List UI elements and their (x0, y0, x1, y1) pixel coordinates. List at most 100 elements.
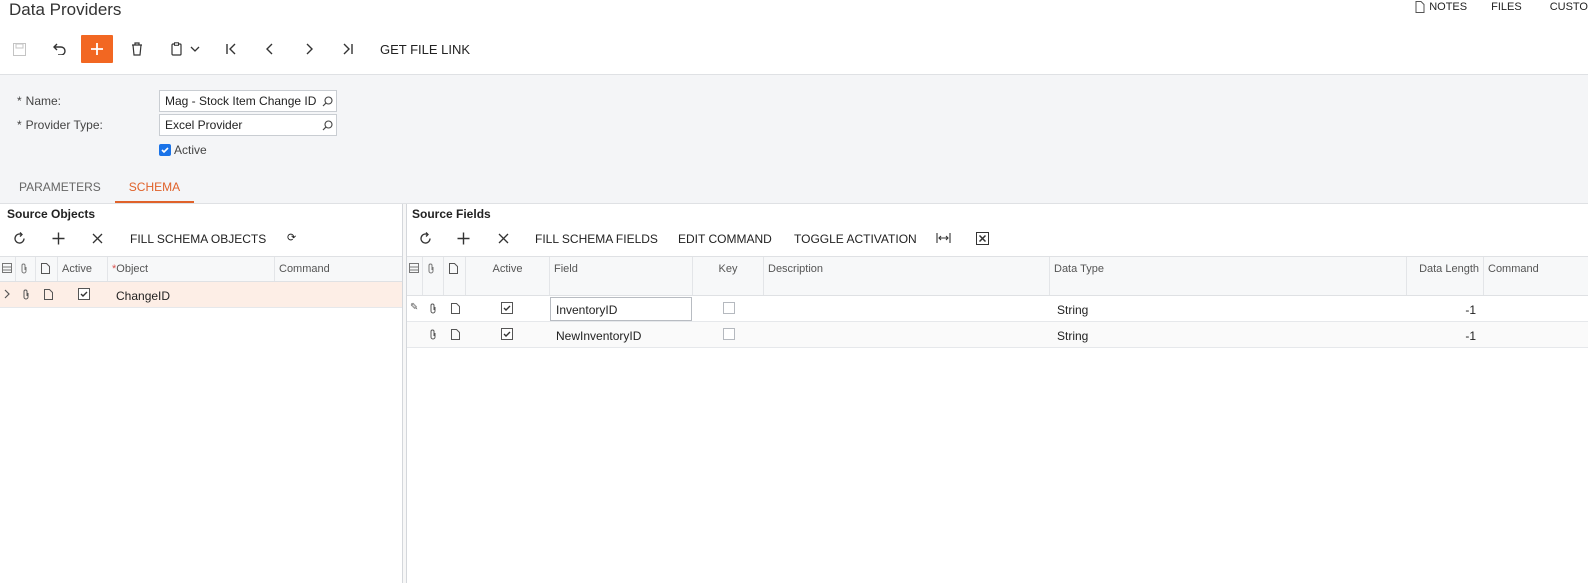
source-fields-title: Source Fields (412, 207, 491, 221)
name-label: * Name: (17, 94, 61, 108)
required-marker: * (17, 94, 22, 108)
search-icon[interactable] (318, 95, 336, 107)
grid-settings-icon (409, 263, 419, 273)
row-active-checkbox[interactable] (501, 302, 513, 314)
table-row[interactable]: ✎ InventoryID String -1 (407, 296, 1588, 322)
document-icon (41, 263, 50, 274)
add-button[interactable] (81, 35, 113, 63)
add-row-button[interactable] (457, 232, 470, 248)
page-title: Data Providers (9, 0, 122, 19)
close-icon (498, 233, 509, 244)
row-expander-icon[interactable] (4, 288, 10, 302)
source-objects-title: Source Objects (7, 207, 96, 221)
fit-columns-button[interactable] (936, 232, 951, 247)
required-marker: * (17, 118, 22, 132)
object-cell[interactable]: ChangeID (116, 289, 170, 303)
get-file-link-button[interactable]: GET FILE LINK (380, 34, 470, 64)
note-icon[interactable] (44, 289, 53, 303)
refresh-icon (14, 232, 25, 244)
data-type-cell[interactable]: String (1057, 303, 1088, 317)
row-key-checkbox[interactable] (723, 302, 735, 314)
next-record-button[interactable] (299, 34, 319, 64)
tab-parameters[interactable]: PARAMETERS (0, 176, 115, 203)
paperclip-icon[interactable] (22, 289, 30, 303)
object-column-header[interactable]: *Object (108, 257, 275, 281)
note-icon[interactable] (451, 329, 460, 343)
active-checkbox-group[interactable]: Active (159, 143, 207, 157)
first-record-button[interactable] (221, 34, 241, 64)
files-link[interactable]: FILES (1491, 0, 1522, 14)
note-icon[interactable] (451, 303, 460, 317)
fit-width-icon (936, 233, 951, 243)
row-key-checkbox[interactable] (723, 328, 735, 340)
field-cell-editor[interactable]: InventoryID (550, 297, 692, 321)
edit-command-button[interactable]: EDIT COMMAND (678, 232, 772, 246)
name-field[interactable]: Mag - Stock Item Change ID (159, 90, 337, 112)
data-type-column-header[interactable]: Data Type (1050, 257, 1407, 295)
top-links: NOTES FILES CUSTO (1391, 0, 1588, 14)
add-row-button[interactable] (52, 232, 65, 248)
delete-button[interactable] (127, 34, 147, 64)
name-label-text: Name: (25, 94, 62, 108)
data-length-cell[interactable]: -1 (1407, 303, 1476, 317)
active-label: Active (174, 143, 207, 157)
previous-record-button[interactable] (260, 34, 280, 64)
grid-settings-icon (2, 263, 12, 273)
search-icon[interactable] (318, 119, 336, 131)
notes-link[interactable]: NOTES (1415, 0, 1467, 14)
save-button[interactable] (8, 34, 30, 64)
active-column-header[interactable]: Active (58, 257, 108, 281)
provider-type-label-text: Provider Type: (25, 118, 103, 132)
key-column-header[interactable]: Key (693, 257, 764, 295)
paperclip-icon[interactable] (429, 303, 437, 317)
fill-schema-fields-button[interactable]: FILL SCHEMA FIELDS (535, 232, 658, 246)
object-column-label: Object (116, 263, 149, 275)
description-column-header[interactable]: Description (764, 257, 1050, 295)
document-icon (1415, 1, 1425, 13)
row-active-checkbox[interactable] (78, 288, 90, 300)
refresh-button[interactable] (419, 232, 432, 248)
chevron-left-icon (266, 43, 273, 55)
active-column-header[interactable]: Active (466, 257, 550, 295)
note-header (444, 257, 466, 295)
notes-link-label: NOTES (1429, 1, 1468, 13)
table-row[interactable]: ChangeID (0, 282, 402, 308)
command-column-header[interactable]: Command (275, 257, 402, 281)
provider-type-field[interactable]: Excel Provider (159, 114, 337, 136)
refresh-button[interactable] (13, 232, 26, 248)
paperclip-icon (21, 263, 27, 274)
customization-link[interactable]: CUSTO (1550, 0, 1588, 14)
field-cell[interactable]: NewInventoryID (556, 329, 641, 343)
fill-schema-objects-button[interactable]: FILL SCHEMA OBJECTS (130, 232, 266, 246)
chevron-down-icon (190, 46, 199, 52)
table-row[interactable]: NewInventoryID String -1 (407, 322, 1588, 348)
more-icon[interactable]: ⟳ (287, 231, 296, 244)
note-header (36, 257, 58, 281)
delete-row-button[interactable] (92, 233, 103, 247)
document-icon (449, 263, 458, 274)
undo-button[interactable] (48, 34, 70, 64)
undo-icon (53, 43, 66, 55)
plus-icon (52, 232, 65, 245)
toggle-activation-button[interactable]: TOGGLE ACTIVATION (794, 232, 917, 246)
summary-form: * Name: Mag - Stock Item Change ID * Provi… (0, 74, 1588, 203)
export-excel-button[interactable] (976, 232, 989, 248)
delete-row-button[interactable] (498, 233, 509, 247)
tab-divider (0, 203, 1588, 204)
data-length-column-header[interactable]: Data Length (1407, 257, 1484, 295)
name-value: Mag - Stock Item Change ID (165, 94, 317, 108)
data-type-cell[interactable]: String (1057, 329, 1088, 343)
first-page-icon (226, 43, 236, 55)
tab-schema[interactable]: SCHEMA (114, 176, 195, 203)
command-column-header[interactable]: Command (1484, 257, 1588, 295)
last-record-button[interactable] (338, 34, 358, 64)
field-column-header[interactable]: Field (550, 257, 693, 295)
paperclip-icon[interactable] (429, 329, 437, 343)
data-length-cell[interactable]: -1 (1407, 329, 1476, 343)
provider-type-label: * Provider Type: (17, 118, 103, 132)
row-selector-header (407, 257, 423, 295)
attachment-header (16, 257, 36, 281)
row-active-checkbox[interactable] (501, 328, 513, 340)
active-checkbox[interactable] (159, 144, 171, 156)
copy-paste-button[interactable] (166, 34, 204, 64)
